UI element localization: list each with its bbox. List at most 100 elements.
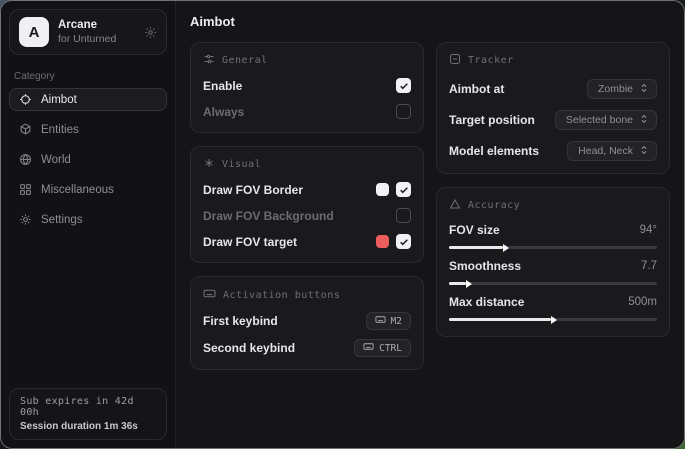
second-keybind-button[interactable]: CTRL <box>354 339 411 357</box>
chevrons-up-down-icon <box>639 83 649 96</box>
chevrons-up-down-icon <box>639 145 649 158</box>
fov-size-slider-group: FOV size 94° <box>449 223 657 249</box>
sidebar: A Arcane for Unturned Category Aimbot <box>1 1 176 448</box>
dropdown-value: Selected bone <box>566 114 633 126</box>
setting-label: Model elements <box>449 144 539 158</box>
fov-border-checkbox[interactable] <box>396 182 411 197</box>
setting-row-fov-background: Draw FOV Background <box>203 207 411 224</box>
fov-target-checkbox[interactable] <box>396 234 411 249</box>
fov-size-slider[interactable] <box>449 246 657 249</box>
sparkle-icon <box>203 157 215 172</box>
subscription-card: Sub expires in 42d 00h Session duration … <box>9 388 167 440</box>
keybind-value: CTRL <box>379 343 402 354</box>
gear-icon <box>19 213 32 226</box>
accuracy-card: Accuracy FOV size 94° <box>436 187 670 337</box>
setting-label: Draw FOV Background <box>203 209 334 223</box>
section-title: Tracker <box>468 55 514 66</box>
dropdown-value: Head, Neck <box>578 145 633 157</box>
section-title: Visual <box>222 159 261 170</box>
slider-thumb[interactable] <box>503 244 509 252</box>
keybind-value: M2 <box>391 316 402 327</box>
smoothness-slider[interactable] <box>449 282 657 285</box>
color-swatch[interactable] <box>376 235 389 248</box>
setting-label: FOV size <box>449 223 500 237</box>
smoothness-slider-group: Smoothness 7.7 <box>449 259 657 285</box>
setting-label: Enable <box>203 79 242 93</box>
setting-label: Always <box>203 105 244 119</box>
setting-row-first-keybind: First keybind M2 <box>203 312 411 330</box>
session-duration-text: Session duration 1m 36s <box>20 421 156 432</box>
max-distance-slider-group: Max distance 500m <box>449 295 657 321</box>
sidebar-item-label: Miscellaneous <box>41 184 114 196</box>
sidebar-item-label: Aimbot <box>41 94 77 106</box>
dropdown-value: Zombie <box>598 83 633 95</box>
sidebar-item-settings[interactable]: Settings <box>9 208 167 231</box>
chevrons-up-down-icon <box>639 114 649 127</box>
slider-thumb[interactable] <box>466 280 472 288</box>
first-keybind-button[interactable]: M2 <box>366 312 411 330</box>
activation-card: Activation buttons First keybind M2 Seco… <box>190 276 424 370</box>
brand-card: A Arcane for Unturned <box>9 9 167 55</box>
visual-card: Visual Draw FOV Border Draw FOV Backgrou… <box>190 146 424 263</box>
always-checkbox[interactable] <box>396 104 411 119</box>
setting-label: First keybind <box>203 314 278 328</box>
main-content: Aimbot General Enable <box>176 1 684 448</box>
setting-label: Max distance <box>449 295 524 309</box>
globe-icon <box>19 153 32 166</box>
enable-checkbox[interactable] <box>396 78 411 93</box>
page-title: Aimbot <box>190 14 670 29</box>
slider-value: 500m <box>628 296 657 308</box>
grid-icon <box>19 183 32 196</box>
brand-text: Arcane for Unturned <box>58 18 135 46</box>
sidebar-item-label: World <box>41 154 71 166</box>
target-position-dropdown[interactable]: Selected bone <box>555 110 657 130</box>
setting-row-model-elements: Model elements Head, Neck <box>449 141 657 161</box>
general-card: General Enable Always <box>190 42 424 133</box>
app-window: A Arcane for Unturned Category Aimbot <box>0 0 685 449</box>
setting-label: Second keybind <box>203 341 295 355</box>
keyboard-icon <box>203 287 216 303</box>
setting-label: Target position <box>449 113 535 127</box>
setting-row-enable: Enable <box>203 77 411 94</box>
setting-label: Aimbot at <box>449 82 504 96</box>
triangle-icon <box>449 198 461 213</box>
setting-row-second-keybind: Second keybind CTRL <box>203 339 411 357</box>
tracker-card: Tracker Aimbot at Zombie Target position <box>436 42 670 174</box>
sub-expiry-text: Sub expires in 42d 00h <box>20 396 156 418</box>
keyboard-icon <box>363 341 374 355</box>
color-swatch[interactable] <box>376 183 389 196</box>
sidebar-item-entities[interactable]: Entities <box>9 118 167 141</box>
fov-background-checkbox[interactable] <box>396 208 411 223</box>
tracker-icon <box>449 53 461 68</box>
section-title: General <box>222 55 268 66</box>
section-title: Accuracy <box>468 200 520 211</box>
category-label: Category <box>1 63 175 88</box>
crosshair-icon <box>19 93 32 106</box>
app-name: Arcane <box>58 18 135 32</box>
slider-value: 7.7 <box>641 260 657 272</box>
slider-thumb[interactable] <box>551 316 557 324</box>
setting-label: Smoothness <box>449 259 521 273</box>
sidebar-item-aimbot[interactable]: Aimbot <box>9 88 167 111</box>
aimbot-at-dropdown[interactable]: Zombie <box>587 79 657 99</box>
setting-row-target-position: Target position Selected bone <box>449 110 657 130</box>
sidebar-nav: Aimbot Entities World Miscellaneous <box>1 88 175 231</box>
slider-value: 94° <box>640 224 657 236</box>
keyboard-icon <box>375 314 386 328</box>
setting-row-fov-border: Draw FOV Border <box>203 181 411 198</box>
sidebar-item-label: Entities <box>41 124 79 136</box>
settings-gear-icon[interactable] <box>144 26 157 39</box>
sidebar-item-miscellaneous[interactable]: Miscellaneous <box>9 178 167 201</box>
setting-row-aimbot-at: Aimbot at Zombie <box>449 79 657 99</box>
setting-label: Draw FOV Border <box>203 183 303 197</box>
sidebar-item-world[interactable]: World <box>9 148 167 171</box>
model-elements-dropdown[interactable]: Head, Neck <box>567 141 657 161</box>
setting-row-always: Always <box>203 103 411 120</box>
sliders-icon <box>203 53 215 68</box>
sidebar-item-label: Settings <box>41 214 83 226</box>
app-logo: A <box>19 17 49 47</box>
max-distance-slider[interactable] <box>449 318 657 321</box>
app-subtitle: for Unturned <box>58 33 135 46</box>
setting-label: Draw FOV target <box>203 235 297 249</box>
section-title: Activation buttons <box>223 290 340 301</box>
